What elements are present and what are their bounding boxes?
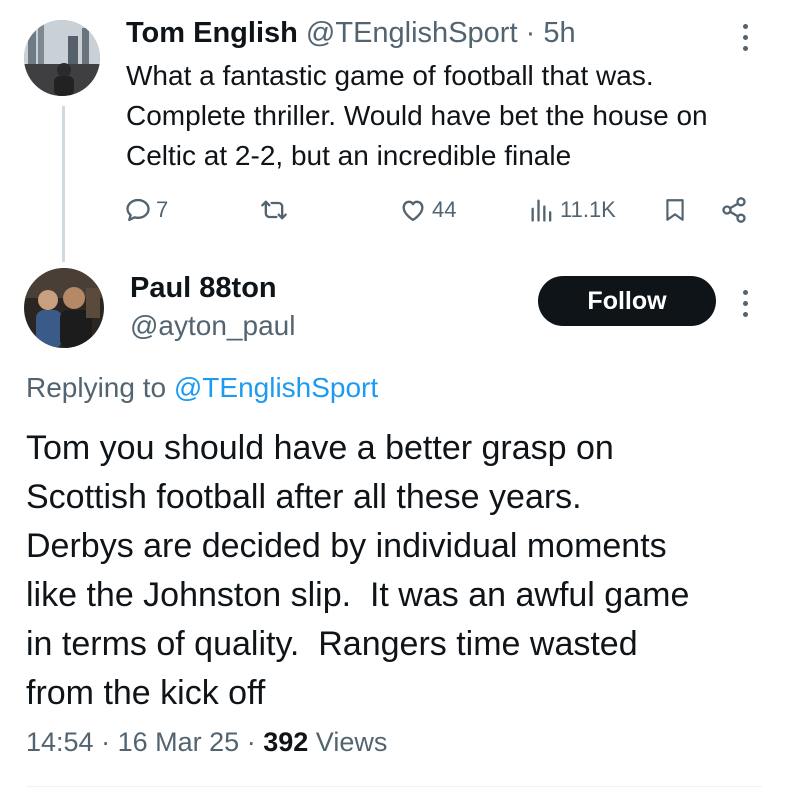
tweet1-action-bar: 7 44 11.1K bbox=[0, 190, 788, 230]
views-icon bbox=[531, 199, 552, 222]
tweet1-text-line: Celtic at 2-2, but an incredible finale bbox=[126, 140, 572, 171]
tweet1-text-line: Complete thriller. Would have bet the ho… bbox=[126, 100, 708, 131]
tweet2-views-count[interactable]: 392 bbox=[263, 727, 308, 757]
reply-icon bbox=[126, 198, 150, 222]
tweet2-text-line: from the kick off bbox=[26, 674, 266, 712]
tweet1-text-line: What a fantastic game of football that w… bbox=[126, 60, 654, 91]
tweet2-text-line: like the Johnston slip. It was an awful … bbox=[26, 576, 690, 614]
tweet1-text: What a fantastic game of football that w… bbox=[126, 56, 776, 176]
tweet2-text-line: Derbys are decided by individual moments bbox=[26, 527, 667, 565]
tweet2-text: Tom you should have a better grasp on Sc… bbox=[26, 424, 776, 718]
footer-separator: · bbox=[246, 727, 256, 757]
replying-to-label: Replying to bbox=[26, 372, 167, 403]
tweet2-author-name[interactable]: Paul 88ton bbox=[130, 270, 277, 306]
like-count: 44 bbox=[432, 197, 457, 222]
replying-to-line: Replying to @TEnglishSport bbox=[26, 370, 378, 406]
share-icon bbox=[722, 197, 746, 223]
tom-english-avatar[interactable] bbox=[24, 20, 100, 96]
bookmark-button[interactable] bbox=[662, 190, 688, 230]
heart-icon bbox=[402, 200, 424, 222]
footer-separator: · bbox=[101, 727, 111, 757]
avatar-image bbox=[24, 268, 104, 348]
retweet-button[interactable] bbox=[258, 190, 290, 230]
follow-button[interactable]: Follow bbox=[538, 276, 716, 326]
tweet1-header: Tom English @TEnglishSport · 5h bbox=[126, 14, 576, 52]
bookmark-icon bbox=[666, 199, 684, 221]
tweet1-more-icon[interactable] bbox=[740, 24, 750, 51]
share-button[interactable] bbox=[720, 190, 748, 230]
tweet2-text-line: in terms of quality. Rangers time wasted bbox=[26, 625, 638, 663]
tweet2-text-line: Tom you should have a better grasp on bbox=[26, 429, 614, 467]
tweet2-date[interactable]: 16 Mar 25 bbox=[118, 727, 240, 757]
reply-button[interactable]: 7 bbox=[124, 190, 168, 230]
tweet2-views-label: Views bbox=[315, 727, 388, 757]
tweet2-text-line: Scottish football after all these years. bbox=[26, 478, 582, 516]
thread-connector-line bbox=[62, 106, 65, 262]
tweet2-more-icon[interactable] bbox=[740, 290, 750, 317]
avatar-image bbox=[24, 20, 100, 96]
tweet1-author-handle[interactable]: @TEnglishSport bbox=[306, 17, 518, 49]
tweet2-footer: 14:54 · 16 Mar 25 · 392 Views bbox=[26, 724, 387, 760]
views-count: 11.1K bbox=[560, 197, 616, 222]
tweet2-time[interactable]: 14:54 bbox=[26, 727, 94, 757]
retweet-icon bbox=[261, 200, 287, 220]
paul-88ton-avatar[interactable] bbox=[24, 268, 104, 348]
like-button[interactable]: 44 bbox=[398, 190, 456, 230]
tweet1-time[interactable]: 5h bbox=[543, 17, 575, 49]
views-button[interactable]: 11.1K bbox=[528, 190, 616, 230]
replying-to-handle[interactable]: @TEnglishSport bbox=[174, 372, 378, 403]
tweet2-author-handle[interactable]: @ayton_paul bbox=[130, 308, 295, 344]
divider bbox=[26, 786, 762, 787]
tweet1-author-name[interactable]: Tom English bbox=[126, 17, 298, 49]
tweet1-separator: · bbox=[525, 17, 536, 49]
reply-count: 7 bbox=[156, 197, 169, 222]
